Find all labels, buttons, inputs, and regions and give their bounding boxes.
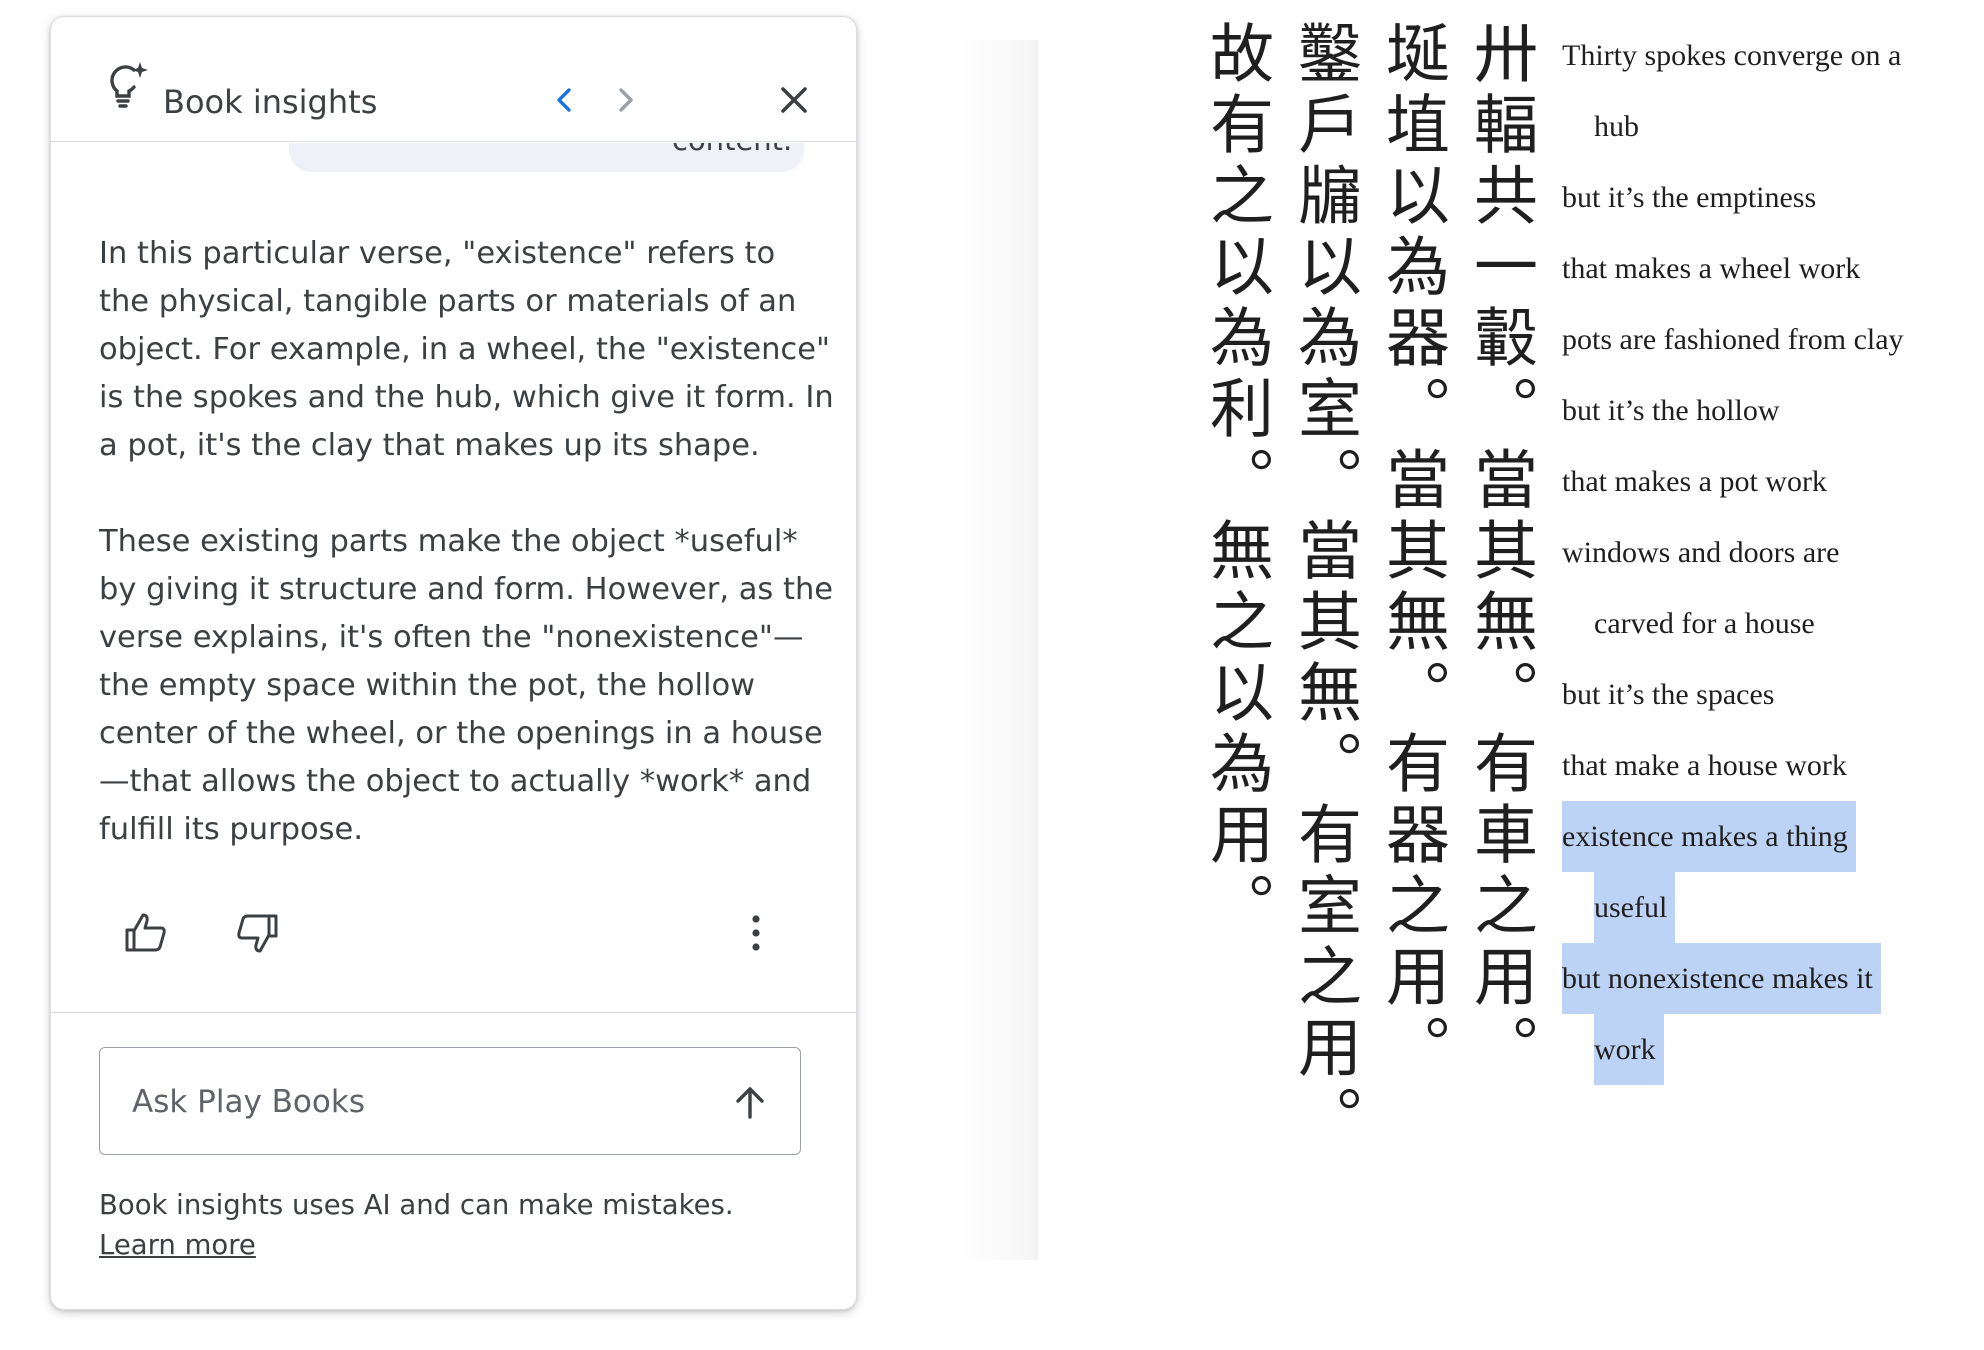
thumbs-up-icon[interactable]: [124, 911, 168, 955]
previous-user-message: content.: [289, 143, 804, 172]
next-chevron-icon[interactable]: [608, 83, 642, 117]
verse-line-text: pots are fashioned from clay: [1562, 323, 1904, 356]
english-verse[interactable]: Thirty spokes converge on a hub but it’s t…: [1562, 20, 1982, 1085]
verse-line-text: work: [1594, 1014, 1664, 1085]
panel-title: Book insights: [163, 83, 378, 121]
verse-line-text: but it’s the emptiness: [1562, 181, 1817, 214]
previous-chevron-icon[interactable]: [548, 83, 582, 117]
book-insights-panel: Book insights content. In this particula…: [50, 16, 857, 1310]
verse-line-text: that makes a wheel work: [1562, 252, 1861, 285]
verse-line[interactable]: but it’s the spaces: [1562, 659, 1982, 730]
verse-line-text: but nonexistence makes it: [1562, 943, 1881, 1014]
answer-paragraph: These existing parts make the object *us…: [99, 524, 834, 847]
verse-line-text: that makes a pot work: [1562, 465, 1827, 498]
verse-line[interactable]: Thirty spokes converge on a: [1562, 20, 1982, 91]
chinese-text-column[interactable]: 卅輻共一轂。當其無。有車之用。: [1460, 20, 1540, 1085]
answer-paragraph: In this particular verse, "existence" re…: [99, 236, 834, 463]
highlighted-verse-line[interactable]: useful: [1562, 872, 1982, 943]
verse-line[interactable]: that make a house work: [1562, 730, 1982, 801]
verse-line-text: existence makes a thing: [1562, 801, 1856, 872]
verse-line[interactable]: carved for a house: [1562, 588, 1982, 659]
close-icon[interactable]: [777, 83, 811, 117]
verse-line-text: hub: [1594, 110, 1639, 143]
verse-line-text: that make a house work: [1562, 749, 1847, 782]
verse-line-text: windows and doors are: [1562, 536, 1840, 569]
learn-more-link[interactable]: Learn more: [99, 1229, 256, 1261]
verse-line[interactable]: but it’s the hollow: [1562, 375, 1982, 446]
verse-line-text: carved for a house: [1594, 607, 1815, 640]
verse-line[interactable]: pots are fashioned from clay: [1562, 304, 1982, 375]
divider: [51, 1012, 856, 1013]
more-options-icon[interactable]: [741, 911, 771, 955]
chinese-text-column[interactable]: 鑿戶牖以為室。當其無。有室之用。: [1284, 20, 1364, 1156]
thumbs-down-icon[interactable]: [235, 911, 279, 955]
verse-line-text: but it’s the hollow: [1562, 394, 1780, 427]
verse-line[interactable]: that makes a wheel work: [1562, 233, 1982, 304]
disclaimer-text: Book insights uses AI and can make mista…: [99, 1189, 734, 1221]
send-arrow-up-icon[interactable]: [730, 1082, 770, 1122]
verse-line-text: Thirty spokes converge on a: [1562, 39, 1902, 72]
ask-play-books-box: [99, 1047, 801, 1155]
highlighted-verse-line[interactable]: work: [1562, 1014, 1982, 1085]
chinese-text-column[interactable]: 埏埴以為器。當其無。有器之用。: [1372, 20, 1452, 1085]
verse-line[interactable]: but it’s the emptiness: [1562, 162, 1982, 233]
panel-header: Book insights: [51, 17, 856, 142]
verse-line-text: useful: [1594, 872, 1676, 943]
chinese-text-column[interactable]: 故有之以為利。無之以為用。: [1196, 20, 1276, 943]
highlighted-verse-line[interactable]: existence makes a thing: [1562, 801, 1982, 872]
verse-line[interactable]: that makes a pot work: [1562, 446, 1982, 517]
ai-disclaimer: Book insights uses AI and can make mista…: [99, 1185, 819, 1265]
insight-answer: In this particular verse, "existence" re…: [99, 230, 834, 854]
verse-line[interactable]: windows and doors are: [1562, 517, 1982, 588]
feedback-row: [51, 907, 856, 967]
previous-message-text: content.: [672, 143, 792, 155]
ask-play-books-input[interactable]: [130, 1078, 714, 1126]
page-edge-shadow: [958, 40, 1038, 1260]
verse-line-text: but it’s the spaces: [1562, 678, 1775, 711]
lightbulb-sparkle-icon: [110, 62, 148, 108]
verse-line[interactable]: hub: [1562, 91, 1982, 162]
conversation-area[interactable]: content. In this particular verse, "exis…: [51, 143, 856, 877]
highlighted-verse-line[interactable]: but nonexistence makes it: [1562, 943, 1982, 1014]
